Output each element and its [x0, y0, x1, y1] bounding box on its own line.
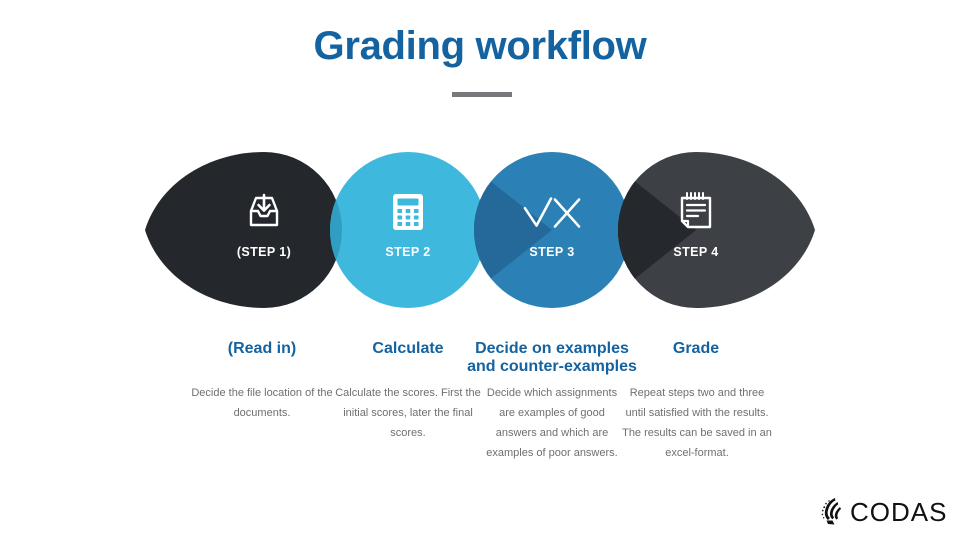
codas-bird-mark-icon — [818, 496, 848, 528]
page-title: Grading workflow — [313, 24, 647, 68]
step-label-3: STEP 3 — [529, 245, 575, 259]
column-body-1: Decide the file location of the document… — [191, 387, 333, 420]
codas-wordmark: CODAS — [850, 496, 948, 527]
workflow-diagram: (STEP 1) STEP 2 STEP 3 STEP 4 — [0, 148, 960, 312]
column-heading-1: (Read in) — [227, 340, 297, 357]
step-label-4: STEP 4 — [673, 245, 719, 259]
step-label-1: (STEP 1) — [236, 245, 292, 259]
column-heading-2: Calculate — [372, 340, 444, 357]
column-heading-4: Grade — [672, 340, 720, 357]
column-body-2: Calculate the scores. First the initial … — [335, 387, 481, 440]
codas-logo: CODAS — [818, 492, 954, 532]
title-underline-rule — [452, 92, 512, 97]
step-1-shape — [145, 152, 342, 308]
column-heading-3: Decide on examples and counter-examples — [467, 340, 637, 375]
step-label-2: STEP 2 — [385, 245, 431, 259]
column-body-3: Decide which assignments are examples of… — [486, 387, 618, 460]
column-body-4: Repeat steps two and three until satisfi… — [622, 387, 772, 460]
